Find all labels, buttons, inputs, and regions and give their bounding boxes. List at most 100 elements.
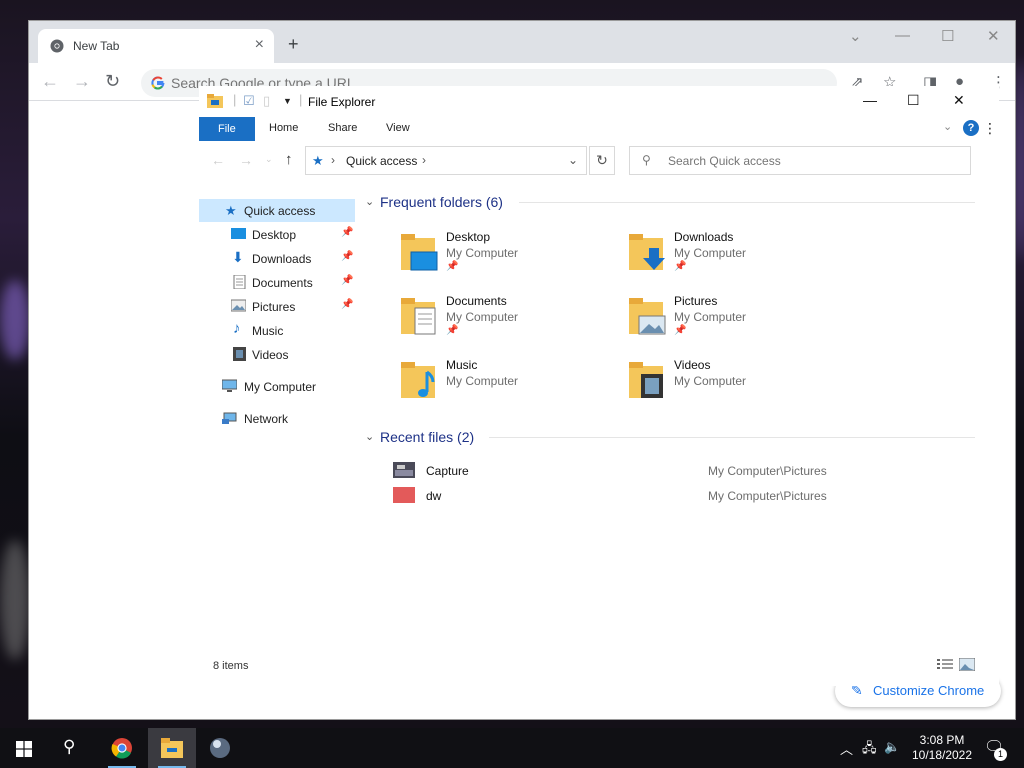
pin-icon[interactable]: 📌 <box>341 299 353 310</box>
search-box[interactable]: ⚲ <box>629 146 971 175</box>
folder-tile-downloads[interactable]: Downloads My Computer 📌 <box>627 226 847 282</box>
reload-icon[interactable]: ↻ <box>105 71 120 92</box>
taskbar-file-explorer-app[interactable] <box>148 728 196 768</box>
nav-videos[interactable]: Videos <box>199 343 355 366</box>
recent-file-row[interactable]: dw My Computer\Pictures <box>391 485 991 507</box>
nav-pictures[interactable]: Pictures 📌 <box>199 295 355 318</box>
folder-tile-music[interactable]: Music My Computer <box>399 354 619 410</box>
search-icon: ⚲ <box>642 153 651 167</box>
dw-thumbnail-icon <box>393 487 415 503</box>
folder-videos-icon <box>629 362 663 398</box>
computer-monitor-icon <box>222 379 237 392</box>
videos-film-icon <box>233 347 246 361</box>
explorer-forward-icon[interactable]: → <box>239 152 253 168</box>
details-view-icon[interactable] <box>937 658 953 671</box>
explorer-close-icon[interactable]: ✕ <box>953 92 965 109</box>
breadcrumb-chevron-icon-2[interactable]: › <box>422 153 426 167</box>
search-input[interactable] <box>668 153 958 169</box>
qa-separator-2: | <box>299 92 303 107</box>
file-explorer-window: | ☑ ▯ ▼ | File Explorer — ☐ ✕ File Home … <box>199 86 999 686</box>
quick-access-star-icon: ★ <box>225 203 237 218</box>
tab-view[interactable]: View <box>386 122 410 134</box>
pin-icon: 📌 <box>674 325 687 336</box>
network-icon <box>222 412 237 424</box>
sphere-app-icon <box>210 738 230 758</box>
pictures-icon <box>231 299 246 312</box>
tab-close-icon[interactable]: × <box>255 36 264 54</box>
nav-music[interactable]: ♪ Music <box>199 319 355 342</box>
status-item-count: 8 items <box>213 660 249 672</box>
breadcrumb-quick-access[interactable]: Quick access <box>346 154 417 168</box>
section-divider <box>519 202 975 203</box>
qa-separator: | <box>233 92 237 107</box>
forward-arrow-icon[interactable]: → <box>73 71 91 92</box>
nav-downloads[interactable]: ⬇ Downloads 📌 <box>199 247 355 270</box>
desktop-icon <box>231 228 246 239</box>
show-hidden-icons-chevron[interactable]: ︿ <box>840 739 853 758</box>
refresh-icon[interactable]: ↻ <box>589 146 615 175</box>
tab-file[interactable]: File <box>199 117 255 141</box>
explorer-title-bar: | ☑ ▯ ▼ | File Explorer — ☐ ✕ <box>199 86 999 116</box>
network-tray-icon[interactable]: 🖧 <box>862 739 877 761</box>
explorer-folder-icon <box>207 94 223 108</box>
taskbar-chrome-app[interactable] <box>98 728 146 768</box>
taskbar: ⚲ ︿ 🖧 🔈 3:08 PM 10/18/2022 🗨 1 <box>0 728 1024 768</box>
pin-icon: 📌 <box>446 261 459 272</box>
volume-icon[interactable]: 🔈 <box>884 739 900 755</box>
folder-documents-icon <box>401 298 436 335</box>
pin-icon[interactable]: 📌 <box>341 275 353 286</box>
pin-icon[interactable]: 📌 <box>341 227 353 238</box>
nav-documents[interactable]: Documents 📌 <box>199 271 355 294</box>
ribbon-expand-chevron-icon[interactable]: ⌄ <box>943 120 952 133</box>
folder-tile-desktop[interactable]: Desktop My Computer 📌 <box>399 226 619 282</box>
chrome-tab-bar: New Tab × + ⌄ — ☐ ✕ <box>29 21 1015 63</box>
properties-icon[interactable]: ☑ <box>243 93 255 109</box>
chrome-minimize-icon[interactable]: — <box>895 27 910 44</box>
breadcrumb-chevron-icon[interactable]: › <box>331 153 335 167</box>
explorer-back-icon[interactable]: ← <box>211 152 225 168</box>
chrome-logo-icon <box>50 39 64 53</box>
capture-thumbnail-icon <box>393 462 415 478</box>
large-icons-view-icon[interactable] <box>959 658 975 671</box>
qa-dropdown-icon[interactable]: ▼ <box>283 96 292 106</box>
taskbar-sphere-app[interactable] <box>196 728 244 768</box>
recent-locations-icon[interactable]: ⌄ <box>265 154 273 165</box>
explorer-maximize-icon[interactable]: ☐ <box>907 92 920 109</box>
address-dropdown-icon[interactable]: ⌄ <box>568 153 578 167</box>
chrome-close-icon[interactable]: ✕ <box>987 27 1000 45</box>
tab-home[interactable]: Home <box>269 122 298 134</box>
taskbar-search-icon[interactable]: ⚲ <box>63 737 75 757</box>
recent-file-row[interactable]: Capture My Computer\Pictures <box>391 460 991 482</box>
nav-network[interactable]: Network <box>199 407 355 430</box>
nav-desktop[interactable]: Desktop 📌 <box>199 223 355 246</box>
folder-tile-videos[interactable]: Videos My Computer <box>627 354 847 410</box>
nav-quick-access[interactable]: ★ Quick access <box>199 199 355 222</box>
folder-music-icon <box>401 362 435 398</box>
documents-icon <box>233 275 246 289</box>
address-bar[interactable]: ★ › Quick access › ⌄ <box>305 146 587 175</box>
folder-desktop-icon <box>401 234 438 271</box>
up-arrow-icon[interactable]: ↑ <box>285 151 293 168</box>
chrome-app-icon <box>111 738 132 759</box>
tab-search-chevron-icon[interactable]: ⌄ <box>849 27 862 45</box>
taskbar-clock[interactable]: 3:08 PM 10/18/2022 <box>908 733 976 763</box>
windows-start-icon[interactable] <box>16 741 32 757</box>
file-explorer-app-icon <box>161 738 183 758</box>
chrome-tab-new-tab[interactable]: New Tab × <box>38 29 274 63</box>
back-arrow-icon[interactable]: ← <box>41 71 59 92</box>
folder-tile-pictures[interactable]: Pictures My Computer 📌 <box>627 290 847 346</box>
folder-tile-documents[interactable]: Documents My Computer 📌 <box>399 290 619 346</box>
chrome-maximize-icon[interactable]: ☐ <box>941 27 954 45</box>
explorer-minimize-icon[interactable]: — <box>863 92 877 108</box>
notification-badge: 1 <box>994 748 1007 761</box>
folder-pictures-icon <box>629 298 666 335</box>
collapse-chevron-icon: ⌄ <box>365 196 375 208</box>
help-icon[interactable]: ? <box>963 120 979 136</box>
explorer-more-icon[interactable]: ⋮ <box>983 120 997 137</box>
music-note-icon: ♪ <box>233 320 241 337</box>
new-tab-plus-icon[interactable]: + <box>288 35 299 53</box>
tab-share[interactable]: Share <box>328 122 357 134</box>
new-folder-icon[interactable]: ▯ <box>263 93 270 109</box>
pin-icon[interactable]: 📌 <box>341 251 353 262</box>
nav-my-computer[interactable]: My Computer <box>199 375 355 398</box>
